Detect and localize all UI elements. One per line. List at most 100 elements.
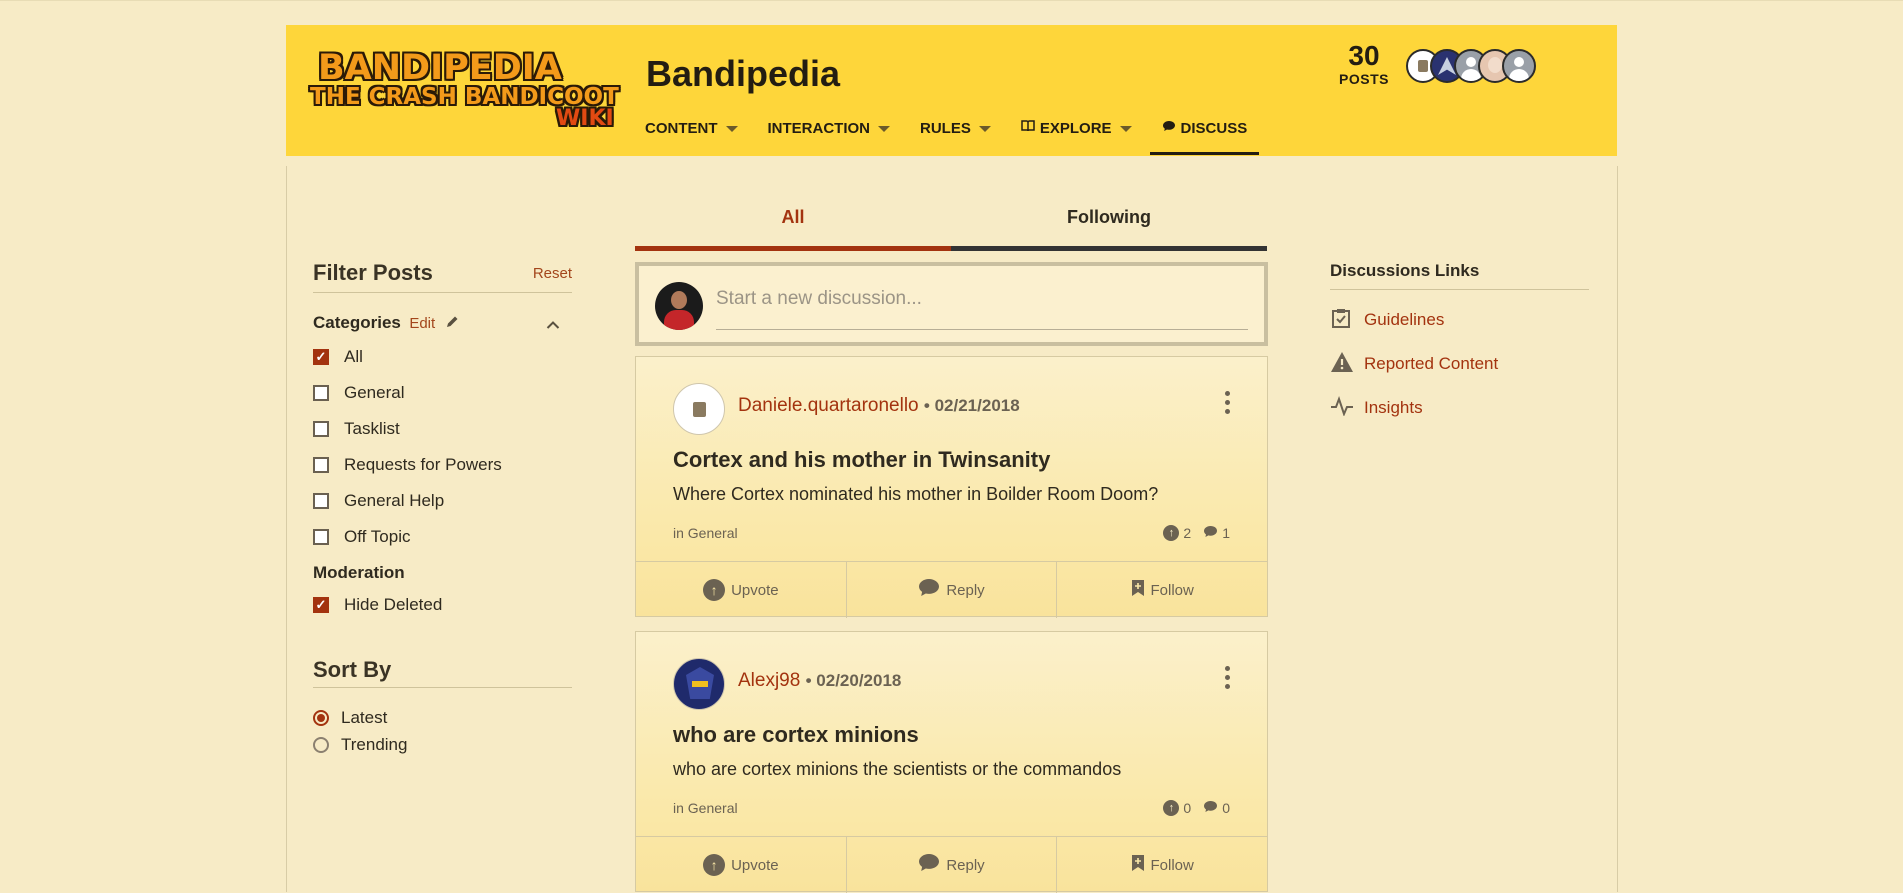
logo-line-3: WIKI [556, 106, 614, 131]
tab-following[interactable]: Following [951, 199, 1267, 251]
upvote-count-icon: ↑ [1163, 525, 1180, 541]
nav-interaction-label: INTERACTION [767, 120, 871, 137]
top-divider [0, 0, 1903, 1]
checkbox[interactable] [313, 493, 329, 509]
upvote-count: 0 [1183, 800, 1192, 816]
current-user-avatar [655, 282, 703, 330]
wiki-logo[interactable]: BANDIPEDIA THE CRASH BANDICOOT WIKI [310, 48, 619, 131]
post-author-line: Alexj98 • 02/20/2018 [738, 670, 902, 691]
nav-interaction[interactable]: INTERACTION [767, 120, 890, 155]
post-category: in General [673, 800, 738, 816]
pencil-icon[interactable] [446, 315, 459, 331]
category-prefix: in [673, 525, 684, 541]
post-actions: ↑ Upvote Reply Follow [636, 561, 1267, 618]
category-link[interactable]: General [688, 800, 738, 816]
feed-tabs: All Following [635, 199, 1268, 251]
discussion-post[interactable]: Alexj98 • 02/20/2018 who are cortex mini… [635, 631, 1268, 893]
posts-count-number: 30 [1348, 40, 1380, 71]
category-link[interactable]: General [688, 525, 738, 541]
upvote-icon: ↑ [703, 579, 726, 601]
radio[interactable] [313, 736, 329, 753]
nav-discuss[interactable]: DISCUSS [1149, 120, 1260, 155]
post-author[interactable]: Alexj98 [738, 670, 800, 691]
avatar[interactable] [1502, 49, 1536, 83]
checkbox-checked[interactable]: ✓ [313, 597, 329, 613]
reply-button[interactable]: Reply [847, 562, 1058, 618]
reply-label: Reply [946, 856, 985, 874]
book-icon [1021, 120, 1035, 135]
upvote-count: 2 [1183, 525, 1192, 541]
bookmark-plus-icon [1131, 854, 1145, 877]
filter-panel: Filter Posts Reset Categories Edit ✓ All… [313, 260, 572, 758]
discussion-post[interactable]: Daniele.quartaronello • 02/21/2018 Corte… [635, 356, 1268, 618]
upvote-label: Upvote [731, 581, 779, 599]
upvote-count-icon: ↑ [1163, 800, 1180, 816]
guidelines-link[interactable]: Guidelines [1330, 298, 1589, 342]
caret-down-icon [978, 126, 991, 132]
chevron-up-icon[interactable] [546, 315, 560, 335]
reply-button[interactable]: Reply [847, 837, 1058, 893]
radio-selected[interactable] [313, 709, 329, 726]
speech-bubble-icon [1162, 120, 1176, 135]
post-title[interactable]: Cortex and his mother in Twinsanity [673, 447, 1050, 473]
checkbox[interactable] [313, 457, 329, 473]
filter-header: Filter Posts Reset [313, 260, 572, 293]
nav-explore[interactable]: EXPLORE [1021, 120, 1132, 155]
author-avatar[interactable] [673, 658, 725, 710]
sort-latest[interactable]: Latest [313, 704, 572, 731]
category-off-topic[interactable]: Off Topic [313, 519, 572, 555]
tab-all[interactable]: All [635, 199, 951, 251]
checkbox-checked[interactable]: ✓ [313, 349, 329, 365]
checkbox[interactable] [313, 529, 329, 545]
category-tasklist[interactable]: Tasklist [313, 411, 572, 447]
nav-rules[interactable]: RULES [920, 120, 991, 155]
author-avatar[interactable] [673, 383, 725, 435]
nav-rules-label: RULES [920, 120, 971, 137]
reported-content-link[interactable]: Reported Content [1330, 342, 1589, 386]
category-label: Requests for Powers [344, 455, 502, 474]
wiki-nav: CONTENT INTERACTION RULES EXPLORE DISCUS… [645, 120, 1289, 155]
category-label: Tasklist [344, 419, 400, 438]
checkbox[interactable] [313, 421, 329, 437]
edit-categories-link[interactable]: Edit [409, 315, 435, 332]
category-requests-for-powers[interactable]: Requests for Powers [313, 447, 572, 483]
sort-trending[interactable]: Trending [313, 731, 572, 758]
follow-button[interactable]: Follow [1057, 837, 1267, 893]
reply-icon [918, 578, 940, 602]
category-label: General [344, 383, 405, 402]
follow-label: Follow [1150, 581, 1194, 599]
category-general-help[interactable]: General Help [313, 483, 572, 519]
reset-button[interactable]: Reset [533, 265, 572, 282]
input-underline [716, 329, 1248, 330]
checklist-icon [1330, 308, 1352, 333]
new-discussion-input[interactable]: Start a new discussion... [716, 288, 922, 310]
category-all[interactable]: ✓ All [313, 339, 572, 375]
upvote-button[interactable]: ↑ Upvote [636, 837, 847, 893]
post-stats: ↑ 2 1 [1163, 525, 1230, 541]
upvote-button[interactable]: ↑ Upvote [636, 562, 847, 618]
hide-deleted-option[interactable]: ✓ Hide Deleted [313, 587, 572, 623]
posts-counter: 30 POSTS [1334, 41, 1394, 89]
caret-down-icon [725, 126, 738, 132]
categories-header: Categories Edit [313, 313, 572, 339]
insights-label: Insights [1364, 398, 1423, 417]
nav-content-label: CONTENT [645, 120, 718, 137]
nav-content[interactable]: CONTENT [645, 120, 738, 155]
insights-link[interactable]: Insights [1330, 386, 1589, 430]
pulse-icon [1330, 395, 1353, 421]
follow-button[interactable]: Follow [1057, 562, 1267, 618]
more-options-icon[interactable] [1225, 666, 1231, 693]
post-title[interactable]: who are cortex minions [673, 722, 919, 748]
post-stats: ↑ 0 0 [1163, 800, 1230, 816]
moderation-title: Moderation [313, 563, 405, 582]
more-options-icon[interactable] [1225, 391, 1231, 418]
post-actions: ↑ Upvote Reply Follow [636, 836, 1267, 893]
category-prefix: in [673, 800, 684, 816]
category-general[interactable]: General [313, 375, 572, 411]
post-author[interactable]: Daniele.quartaronello [738, 395, 919, 416]
nav-discuss-label: DISCUSS [1180, 120, 1248, 137]
checkbox[interactable] [313, 385, 329, 401]
new-discussion-box[interactable]: Start a new discussion... [635, 262, 1268, 346]
wiki-title[interactable]: Bandipedia [646, 53, 840, 95]
category-label: General Help [344, 491, 445, 510]
